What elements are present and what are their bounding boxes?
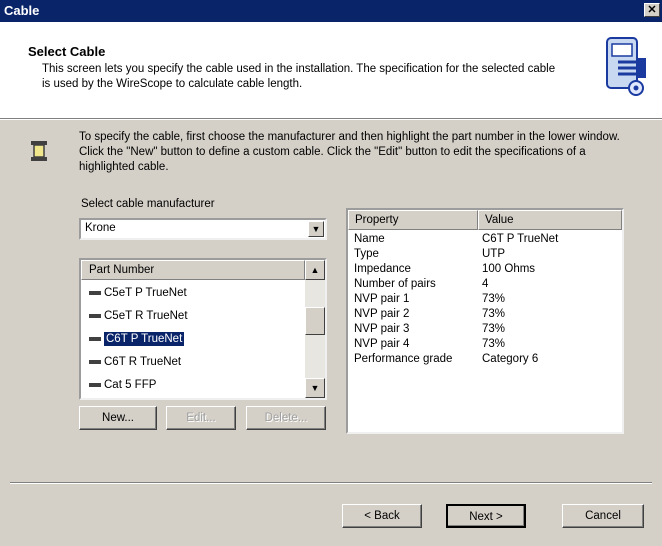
wizard-header: Select Cable This screen lets you specif… [0, 22, 662, 119]
part-list-item[interactable]: Cat 5 FFP [81, 374, 305, 397]
property-name: Performance grade [354, 353, 453, 365]
property-row[interactable]: NVP pair 2 73% [348, 307, 622, 322]
property-name: Impedance [354, 263, 411, 275]
property-value: 73% [482, 338, 506, 350]
property-name: Type [354, 248, 379, 260]
property-name: Number of pairs [354, 278, 436, 290]
header-title: Select Cable [28, 44, 106, 59]
back-button[interactable]: < Back [342, 504, 422, 528]
property-name: NVP pair 3 [354, 323, 410, 335]
property-name: NVP pair 1 [354, 293, 410, 305]
part-number-list[interactable]: Part Number C5eT P TrueNet C5eT R TrueNet… [79, 258, 327, 400]
property-row[interactable]: NVP pair 3 73% [348, 322, 622, 337]
delete-button[interactable]: Delete... [246, 406, 326, 430]
property-rows: Name C6T P TrueNet Type UTP Impedance 100 Ohm… [348, 232, 622, 367]
cable-spool-icon [31, 141, 47, 161]
next-button[interactable]: Next > [446, 504, 526, 528]
part-number-items: C5eT P TrueNet C5eT R TrueNet C6T P TrueNe… [81, 282, 305, 397]
property-row[interactable]: Number of pairs 4 [348, 277, 622, 292]
arrow-down-icon: ▼ [310, 383, 320, 393]
title-bar: Cable ✕ [0, 0, 662, 22]
header-divider [0, 119, 662, 120]
properties-list[interactable]: Property Value Name C6T P TrueNet Type UTP I… [346, 208, 624, 434]
part-list-scrollbar[interactable]: ▲ ▼ [305, 260, 325, 398]
property-row[interactable]: NVP pair 4 73% [348, 337, 622, 352]
manufacturer-dropdown-button[interactable]: ▼ [308, 221, 324, 237]
cable-icon [89, 382, 101, 387]
property-row[interactable]: Name C6T P TrueNet [348, 232, 622, 247]
property-value: 4 [482, 278, 489, 290]
chevron-down-icon: ▼ [311, 224, 321, 234]
part-list-item[interactable]: C6T P TrueNet [81, 328, 305, 351]
property-value: 73% [482, 308, 506, 320]
window-title: Cable [4, 3, 40, 18]
value-column-header[interactable]: Value [478, 210, 622, 230]
cable-icon [89, 336, 101, 341]
property-row[interactable]: Impedance 100 Ohms [348, 262, 622, 277]
scroll-thumb[interactable] [305, 307, 325, 335]
part-list-item[interactable]: C6T R TrueNet [81, 351, 305, 374]
cable-icon [89, 290, 101, 295]
property-row[interactable]: NVP pair 1 73% [348, 292, 622, 307]
part-list-item[interactable]: C5eT P TrueNet [81, 282, 305, 305]
property-value: C6T P TrueNet [482, 233, 559, 245]
part-number-column-header[interactable]: Part Number [81, 260, 305, 280]
property-value: 73% [482, 323, 506, 335]
edit-button[interactable]: Edit... [166, 406, 236, 430]
property-row[interactable]: Performance grade Category 6 [348, 352, 622, 367]
part-list-item-label: C5eT R TrueNet [104, 310, 188, 322]
scroll-down-button[interactable]: ▼ [305, 378, 325, 398]
property-name: Name [354, 233, 385, 245]
property-name: NVP pair 4 [354, 338, 410, 350]
close-icon: ✕ [647, 4, 657, 16]
manufacturer-select[interactable]: Krone ▼ [79, 218, 327, 240]
property-row[interactable]: Type UTP [348, 247, 622, 262]
instructions-text: To specify the cable, first choose the m… [79, 131, 620, 173]
property-column-header[interactable]: Property [348, 210, 478, 230]
footer-divider [10, 482, 652, 484]
cable-icon [89, 313, 101, 318]
manufacturer-label: Select cable manufacturer [81, 198, 215, 210]
part-list-item[interactable]: C5eT R TrueNet [81, 305, 305, 328]
property-value: 73% [482, 293, 506, 305]
part-list-item-label: C6T R TrueNet [104, 356, 182, 368]
header-description: This screen lets you specify the cable u… [42, 63, 556, 90]
scroll-up-button[interactable]: ▲ [305, 260, 325, 280]
cancel-button[interactable]: Cancel [562, 504, 644, 528]
new-button[interactable]: New... [79, 406, 157, 430]
part-list-item-label: C6T P TrueNet [102, 331, 186, 347]
part-list-item-label: C5eT P TrueNet [104, 287, 187, 299]
property-value: Category 6 [482, 353, 539, 365]
property-value: UTP [482, 248, 505, 260]
part-list-item-label: Cat 5 FFP [104, 379, 157, 391]
wirescope-icon [606, 37, 646, 96]
manufacturer-value: Krone [85, 222, 116, 234]
close-button[interactable]: ✕ [644, 3, 660, 17]
arrow-up-icon: ▲ [310, 265, 320, 275]
properties-header: Property Value [348, 210, 622, 230]
property-value: 100 Ohms [482, 263, 536, 275]
property-name: NVP pair 2 [354, 308, 410, 320]
cable-dialog: Cable ✕ Select Cable This screen lets yo… [0, 0, 662, 546]
cable-icon [89, 359, 101, 364]
